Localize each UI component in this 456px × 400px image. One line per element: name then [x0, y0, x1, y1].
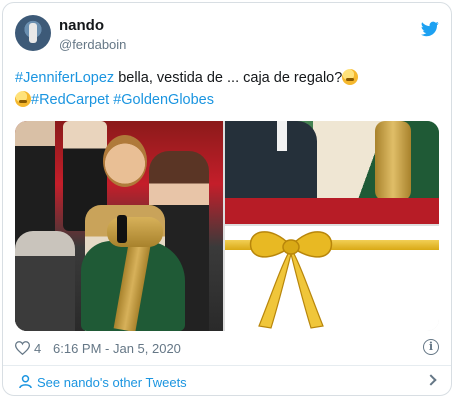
like-count[interactable]: 4 — [34, 341, 41, 356]
info-icon[interactable]: i — [423, 339, 439, 355]
author-name[interactable]: nando — [59, 17, 104, 34]
media-photo-gown-detail[interactable] — [225, 121, 439, 224]
thinking-face-emoji-icon — [342, 69, 359, 85]
photo-gold-bow-knot — [107, 217, 163, 247]
tweet-text-line-2: #RedCarpet #GoldenGlobes — [15, 89, 441, 111]
photo-microphone — [117, 215, 127, 243]
tweet-text-line-1: #JenniferLopez bella, vestida de ... caj… — [15, 67, 441, 89]
media-photo-red-carpet-interview[interactable] — [15, 121, 223, 331]
footer-divider — [3, 365, 451, 366]
embedded-tweet-card[interactable]: nando @ferdaboin #JenniferLopez bella, v… — [2, 2, 452, 396]
hashtag-goldenglobes[interactable]: #GoldenGlobes — [113, 92, 214, 108]
tweet-timestamp[interactable]: 6:16 PM - Jan 5, 2020 — [53, 341, 181, 356]
see-more-label[interactable]: See nando's other Tweets — [37, 375, 187, 390]
tweet-media-grid — [15, 121, 439, 331]
tweet-body-text: bella, vestida de ... caja de regalo? — [114, 70, 343, 86]
media-photo-gift-ribbon[interactable] — [225, 226, 439, 331]
tweet-meta: 4 6:16 PM - Jan 5, 2020 i — [15, 339, 439, 359]
photo-gold-sash — [375, 121, 411, 201]
gift-bow-icon — [249, 231, 333, 329]
shushing-face-emoji-icon — [15, 91, 31, 107]
photo-woman-head — [103, 135, 147, 187]
chevron-right-icon[interactable] — [425, 374, 437, 386]
tweet-header: nando @ferdaboin — [15, 15, 439, 59]
author-handle[interactable]: @ferdaboin — [59, 37, 126, 52]
tweet-text: #JenniferLopez bella, vestida de ... caj… — [15, 67, 441, 111]
avatar[interactable] — [15, 15, 51, 51]
photo-red-carpet — [225, 198, 439, 224]
hashtag-jenniferlopez[interactable]: #JenniferLopez — [15, 70, 114, 86]
heart-icon[interactable] — [15, 341, 30, 355]
photo-reporter — [15, 231, 75, 331]
twitter-bird-icon[interactable] — [421, 21, 439, 37]
hashtag-redcarpet[interactable]: #RedCarpet — [31, 92, 109, 108]
photo-shirt — [277, 121, 287, 151]
person-icon — [19, 375, 32, 389]
see-more-tweets-link[interactable]: See nando's other Tweets — [15, 373, 439, 393]
